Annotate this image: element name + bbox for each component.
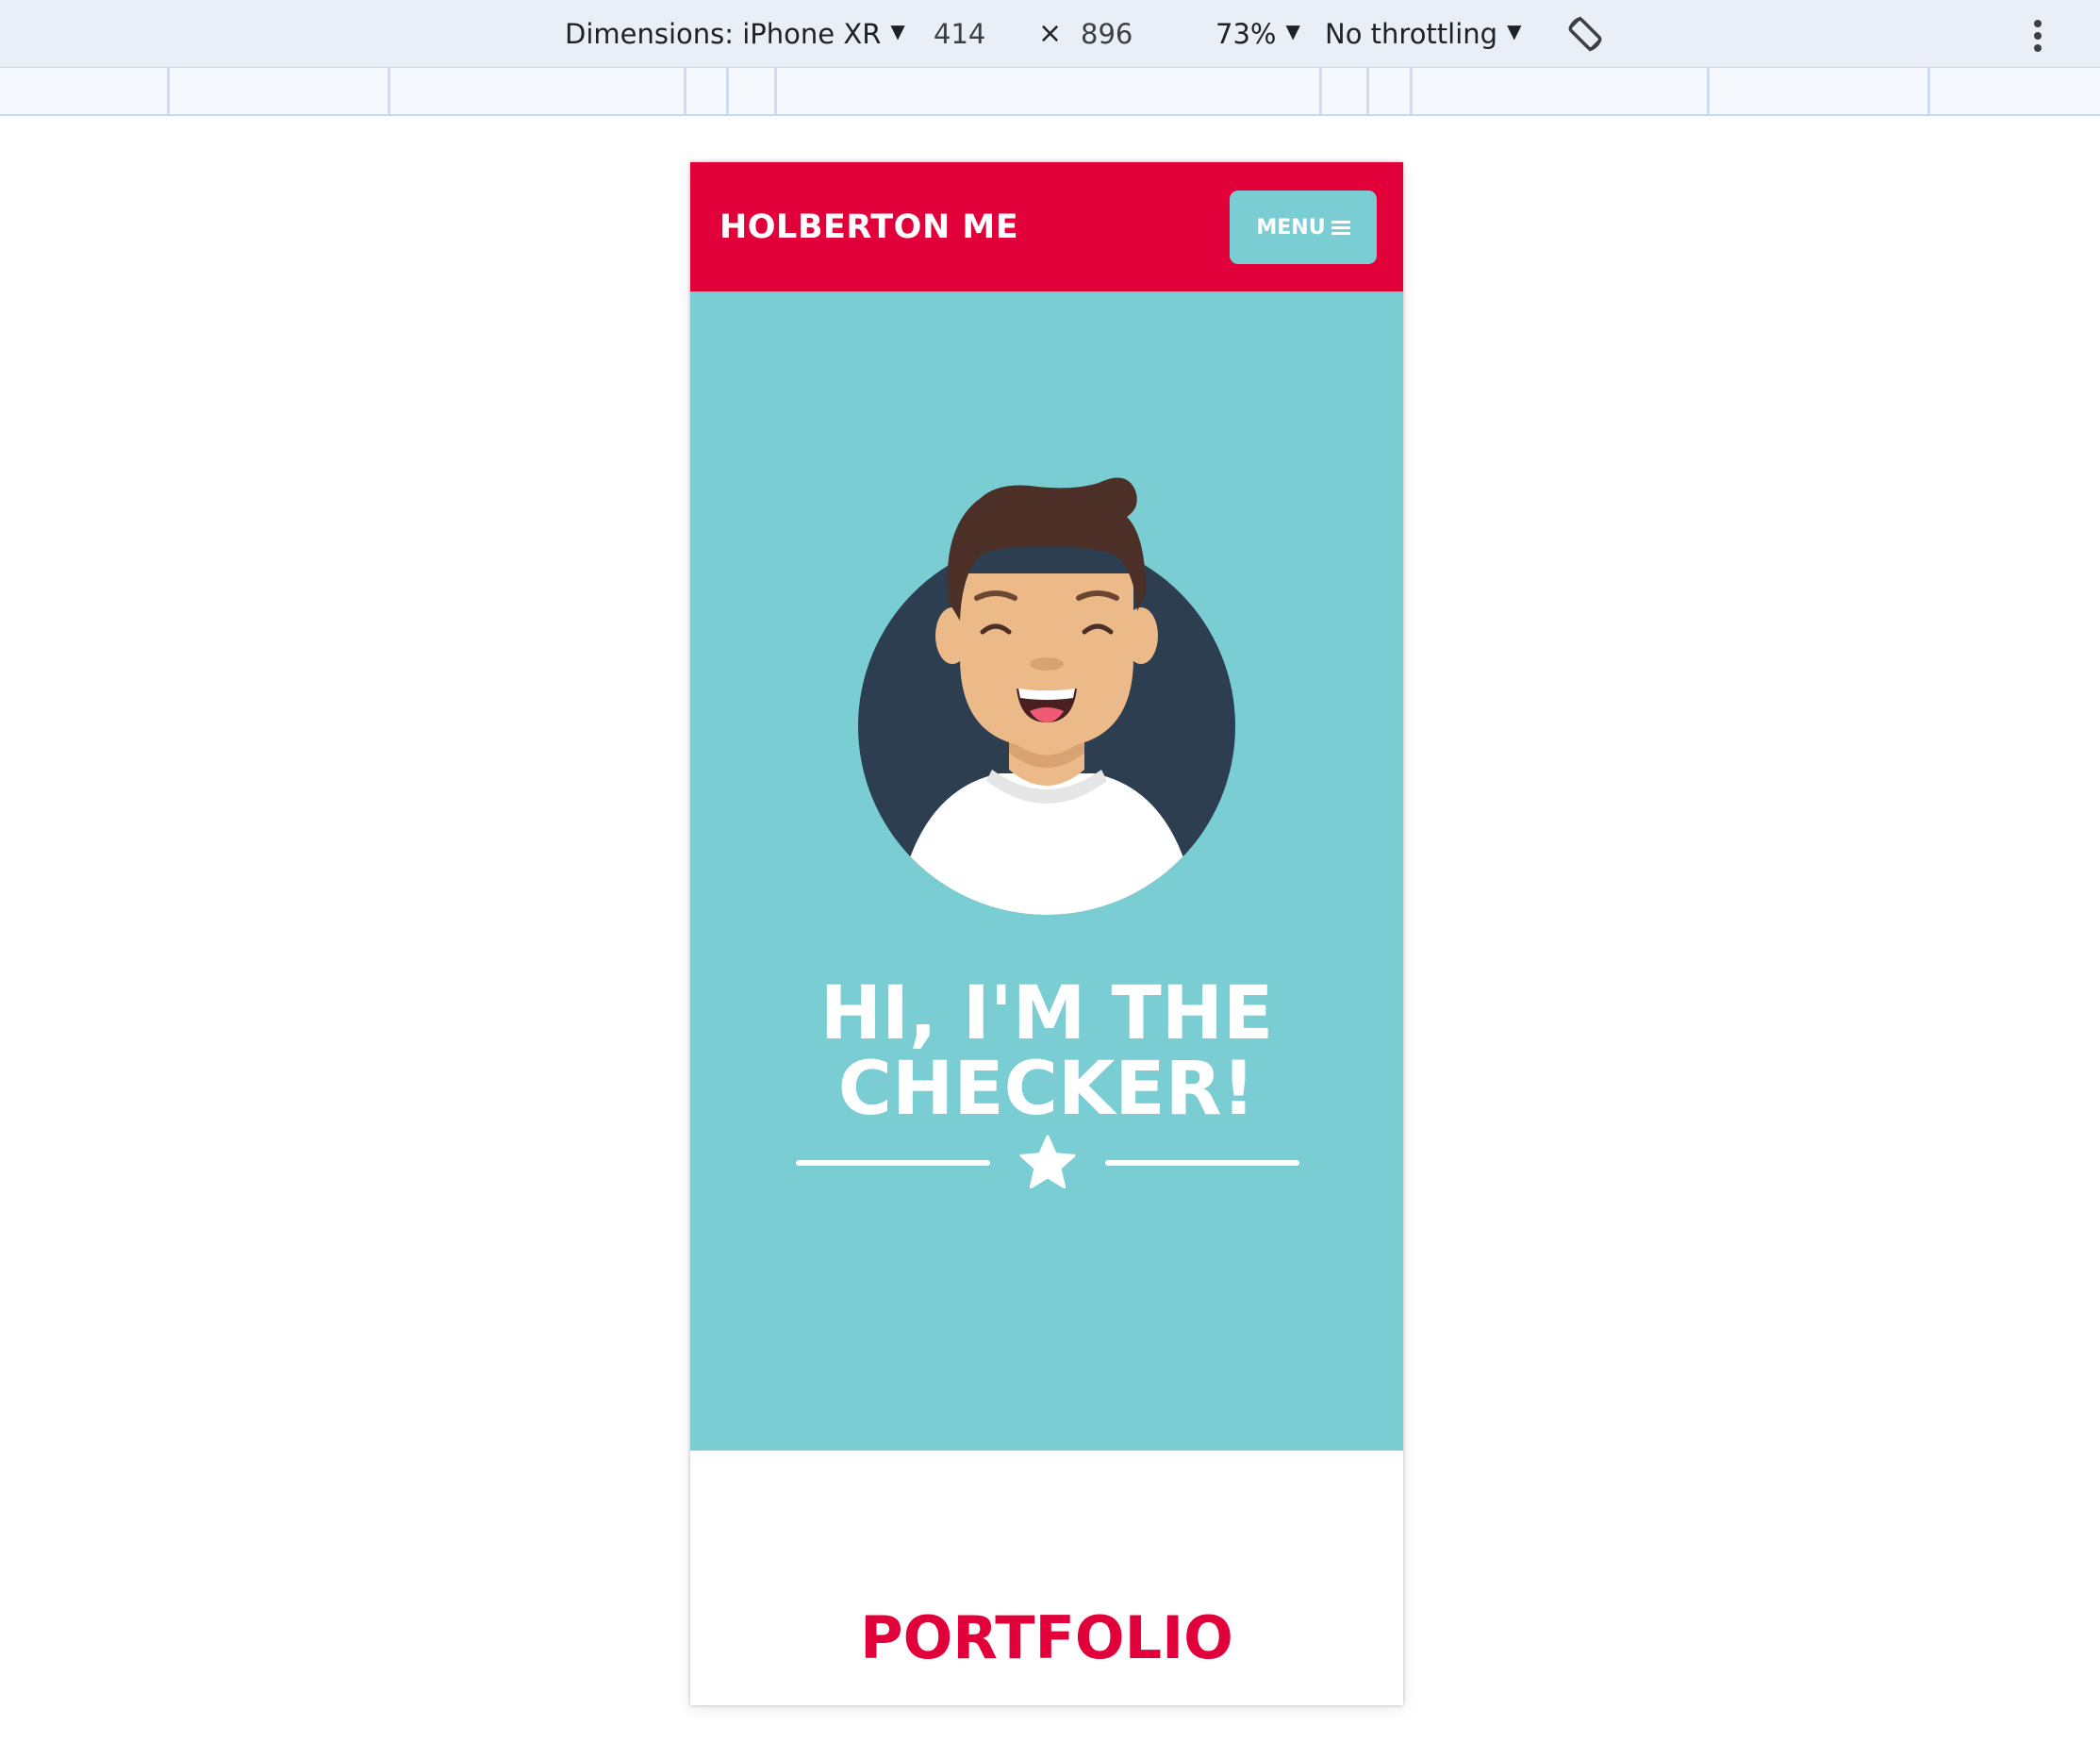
menu-button[interactable]: MENU <box>1230 191 1377 264</box>
divider-line-right <box>1105 1160 1299 1166</box>
site-brand[interactable]: HOLBERTON ME <box>719 162 1018 291</box>
menu-icon <box>1331 218 1350 238</box>
height-input[interactable]: 896 <box>1081 0 1133 67</box>
ruler-tick[interactable] <box>774 68 777 114</box>
more-options-icon[interactable] <box>2031 20 2044 54</box>
avatar-illustration <box>858 477 1235 915</box>
dimensions-label: Dimensions: iPhone XR <box>565 17 882 50</box>
ruler-tick[interactable] <box>684 68 686 114</box>
ruler-tick[interactable] <box>167 68 170 114</box>
star-divider <box>796 1133 1299 1193</box>
divider-line-left <box>796 1160 990 1166</box>
ruler-tick[interactable] <box>1319 68 1322 114</box>
caret-down-icon: ▼ <box>1507 19 1522 42</box>
hero-title-line1: HI, I'M THE <box>819 971 1274 1056</box>
site-header: HOLBERTON ME MENU <box>690 162 1403 291</box>
zoom-dropdown[interactable]: 73% ▼ <box>1215 0 1300 67</box>
hero-section: HI, I'M THE CHECKER! <box>690 291 1403 1451</box>
zoom-label: 73% <box>1215 17 1277 50</box>
width-value: 414 <box>934 17 986 50</box>
ruler-tick[interactable] <box>388 68 390 114</box>
ruler-tick[interactable] <box>1707 68 1710 114</box>
ruler-tick[interactable] <box>726 68 729 114</box>
menu-label: MENU <box>1256 215 1326 240</box>
hero-title-line2: CHECKER! <box>837 1047 1256 1132</box>
ruler-tick[interactable] <box>1366 68 1369 114</box>
times-glyph: × <box>1038 17 1063 50</box>
caret-down-icon: ▼ <box>1285 19 1300 42</box>
throttling-dropdown[interactable]: No throttling ▼ <box>1325 0 1521 67</box>
ruler-tick[interactable] <box>1410 68 1413 114</box>
dimensions-dropdown[interactable]: Dimensions: iPhone XR ▼ <box>565 0 905 67</box>
width-input[interactable]: 414 <box>934 0 985 67</box>
times-separator: × <box>1038 0 1062 67</box>
ruler-tick[interactable] <box>1927 68 1930 114</box>
star-icon <box>1019 1135 1076 1189</box>
media-query-ruler <box>0 68 2100 116</box>
throttling-label: No throttling <box>1325 17 1498 50</box>
portfolio-section-title: PORTFOLIO <box>860 1603 1233 1672</box>
rotate-icon[interactable] <box>1563 0 1608 67</box>
caret-down-icon: ▼ <box>890 19 905 42</box>
device-viewport: HOLBERTON ME MENU HI, I'M THE CHECKER! P… <box>690 162 1403 1705</box>
height-value: 896 <box>1081 17 1133 50</box>
devtools-device-toolbar: Dimensions: iPhone XR ▼ 414 × 896 73% ▼ … <box>0 0 2100 68</box>
hero-title: HI, I'M THE CHECKER! <box>690 976 1403 1127</box>
